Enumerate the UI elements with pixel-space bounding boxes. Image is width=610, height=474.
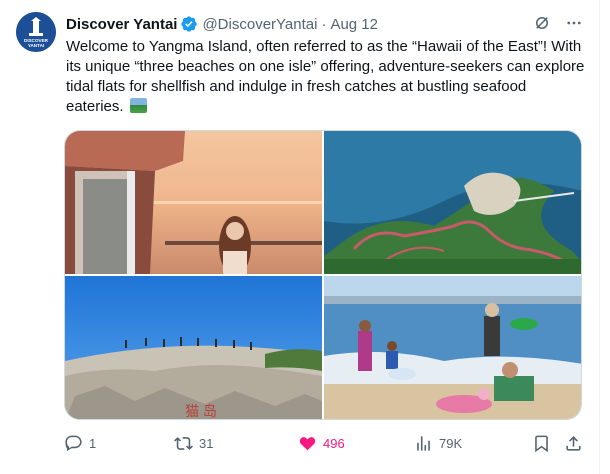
tweet-header: Discover Yantai @DiscoverYantai · Aug 12 xyxy=(66,14,583,34)
verified-badge-icon[interactable] xyxy=(180,15,198,33)
bookmark-button[interactable] xyxy=(532,432,551,454)
national-park-emoji-icon xyxy=(129,98,147,113)
like-icon xyxy=(299,436,316,450)
more-icon[interactable] xyxy=(565,14,583,37)
reply-count: 1 xyxy=(89,435,97,451)
repost-button[interactable]: 31 xyxy=(174,432,213,454)
tweet-text: Welcome to Yangma Island, often referred… xyxy=(66,37,586,117)
avatar[interactable]: DISCOVER YANTAI xyxy=(16,12,56,52)
grok-icon[interactable] xyxy=(533,14,551,37)
reply-icon xyxy=(65,435,82,451)
photo-aerial-island[interactable] xyxy=(324,131,581,274)
action-bar: 1 31 496 79K xyxy=(64,432,584,454)
header-separator: · xyxy=(321,15,327,33)
reply-button[interactable]: 1 xyxy=(64,432,96,454)
like-button[interactable]: 496 xyxy=(298,432,345,454)
share-button[interactable] xyxy=(564,432,583,454)
svg-text:YANTAI: YANTAI xyxy=(28,43,44,48)
views-button[interactable]: 79K xyxy=(414,432,462,454)
photo-beach-children[interactable] xyxy=(324,276,581,419)
photo-rocky-hilltop[interactable]: 猫 岛 xyxy=(65,276,322,419)
author-name[interactable]: Discover Yantai xyxy=(66,16,177,33)
photo-woman-sunset[interactable] xyxy=(65,131,322,274)
repost-count: 31 xyxy=(199,435,214,451)
media-grid: 猫 岛 xyxy=(64,130,582,420)
views-count: 79K xyxy=(439,435,463,451)
repost-icon xyxy=(174,436,193,450)
author-handle[interactable]: @DiscoverYantai xyxy=(202,16,317,33)
tweet-card[interactable]: DISCOVER YANTAI Discover Yantai @Discove… xyxy=(0,0,600,474)
bookmark-icon xyxy=(535,435,548,452)
share-icon xyxy=(566,435,581,451)
svg-text:猫 岛: 猫 岛 xyxy=(185,403,217,419)
views-icon xyxy=(417,435,430,451)
tweet-date[interactable]: Aug 12 xyxy=(330,16,378,33)
like-count: 496 xyxy=(323,435,345,451)
